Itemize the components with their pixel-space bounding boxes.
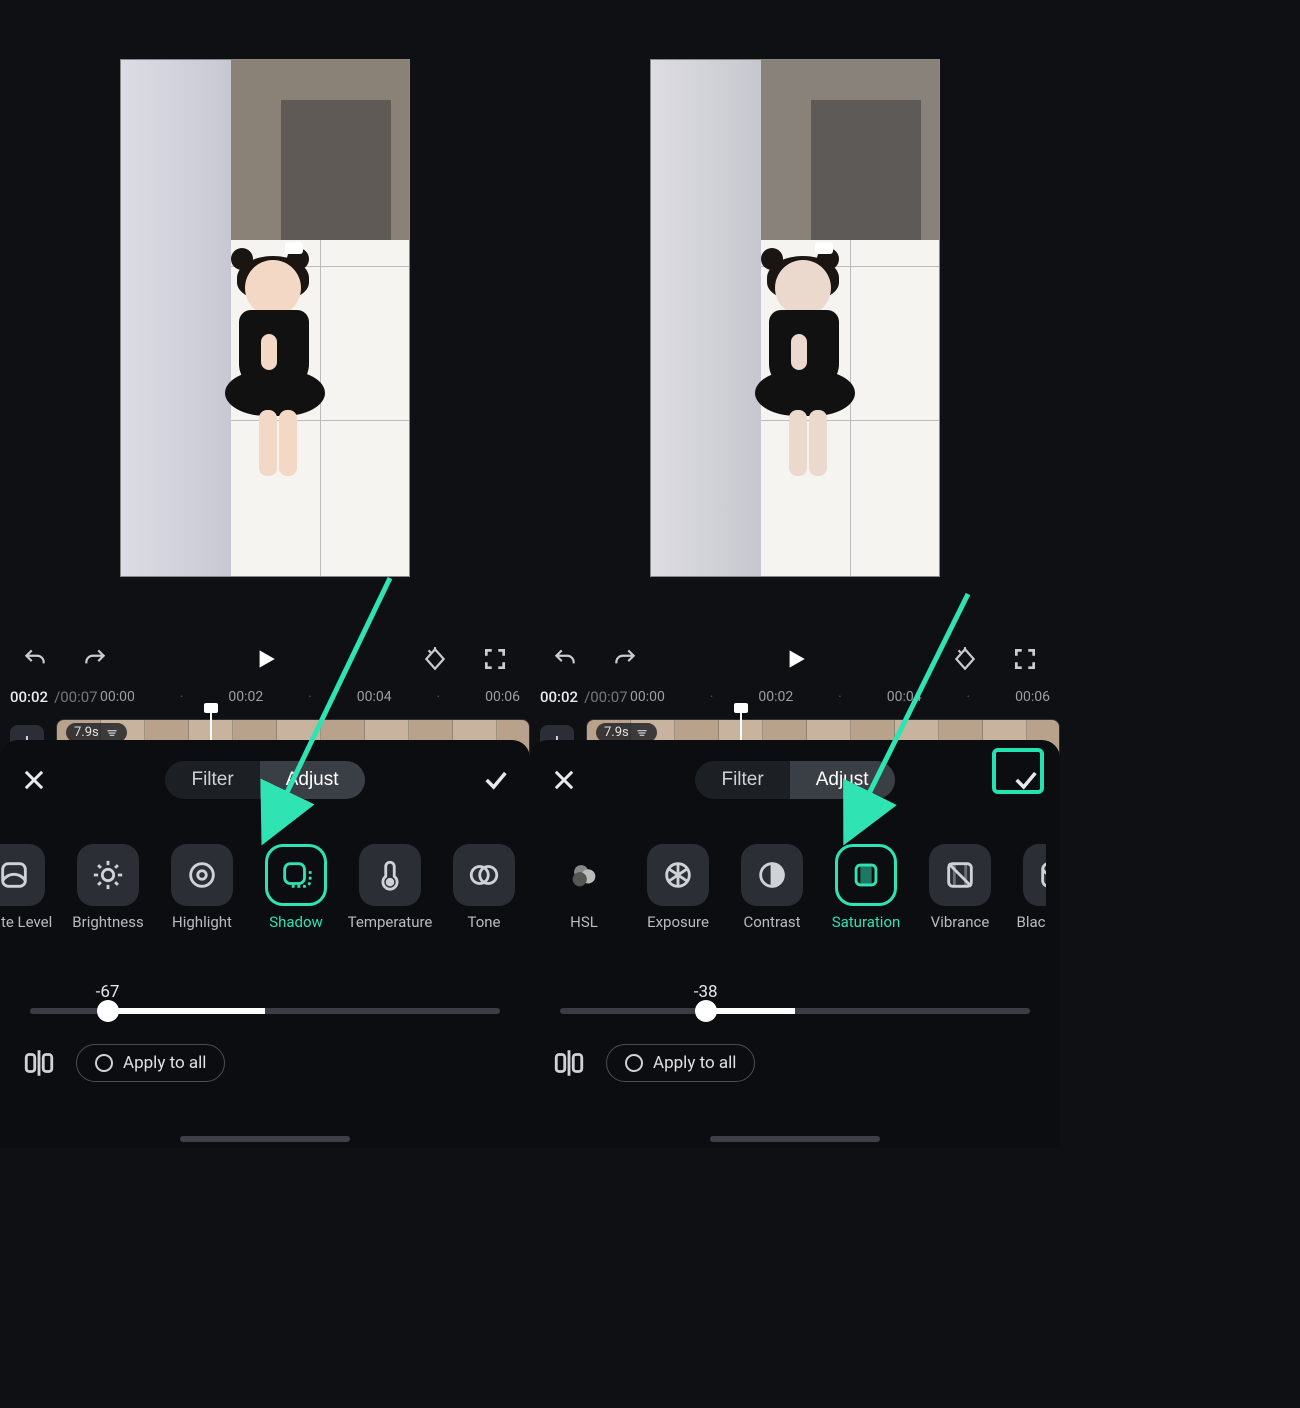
- timeline-ticks: 00:00· 00:02· 00:04· 00:06: [100, 683, 520, 711]
- tool-tone[interactable]: Tone: [444, 844, 516, 948]
- shadow-icon: [265, 844, 327, 906]
- tool-hsl[interactable]: HSL: [544, 844, 624, 948]
- tool-label: Exposure: [647, 914, 709, 948]
- compare-icon[interactable]: [22, 1046, 56, 1080]
- adjust-tools[interactable]: HSL Exposure Contrast Saturation Vibrance Bla…: [544, 844, 1046, 948]
- timeline-header: 00:02/00:07 00:00· 00:02· 00:04· 00:06: [530, 683, 1060, 711]
- tool-label: HSL: [570, 914, 598, 948]
- play-button[interactable]: [248, 642, 282, 676]
- tool-highlight[interactable]: Highlight: [162, 844, 242, 948]
- contrast-icon: [741, 844, 803, 906]
- tool-exposure[interactable]: Exposure: [638, 844, 718, 948]
- close-button[interactable]: [14, 760, 54, 800]
- tool-label: Temperature: [348, 914, 433, 948]
- timeline-ticks: 00:00· 00:02· 00:04· 00:06: [630, 683, 1050, 711]
- editor-pane-right: 00:02/00:07 00:00· 00:02· 00:04· 00:06 +…: [530, 0, 1060, 1148]
- brightness-icon: [77, 844, 139, 906]
- home-indicator: [710, 1136, 880, 1142]
- tool-label: White Level: [0, 914, 52, 948]
- apply-to-all-button[interactable]: Apply to all: [76, 1044, 225, 1082]
- adjust-tools[interactable]: White Level Brightness Highlight Shadow Temp…: [0, 844, 516, 948]
- keyframe-button[interactable]: [418, 642, 452, 676]
- slider-value: -67: [96, 982, 120, 1002]
- redo-button[interactable]: [78, 642, 112, 676]
- fullscreen-button[interactable]: [1008, 642, 1042, 676]
- redo-button[interactable]: [608, 642, 642, 676]
- blacklevel-icon: [1023, 844, 1046, 906]
- slider-track[interactable]: [560, 1008, 1030, 1014]
- slider-thumb[interactable]: [695, 1000, 717, 1022]
- tab-adjust[interactable]: Adjust: [790, 761, 895, 799]
- saturation-icon: [835, 844, 897, 906]
- tool-label: Contrast: [743, 914, 800, 948]
- tab-adjust[interactable]: Adjust: [260, 761, 365, 799]
- undo-button[interactable]: [18, 642, 52, 676]
- tool-saturation[interactable]: Saturation: [826, 844, 906, 948]
- video-preview[interactable]: [650, 59, 940, 577]
- slider-track[interactable]: [30, 1008, 500, 1014]
- tab-filter[interactable]: Filter: [695, 761, 789, 799]
- value-slider: -67: [14, 982, 516, 1014]
- confirm-button[interactable]: [476, 760, 516, 800]
- apply-to-all-label: Apply to all: [653, 1053, 736, 1073]
- tool-vibrance[interactable]: Vibrance: [920, 844, 1000, 948]
- adjust-panel: Filter Adjust HSL Exposure Contrast Saturat…: [530, 740, 1060, 1148]
- tool-label: Brightness: [72, 914, 143, 948]
- tool-black-level[interactable]: Black Level: [1014, 844, 1046, 948]
- editor-pane-left: 00:02/00:07 00:00· 00:02· 00:04· 00:06 +…: [0, 0, 530, 1148]
- preview-area: [0, 0, 530, 635]
- tool-temperature[interactable]: Temperature: [350, 844, 430, 948]
- undo-button[interactable]: [548, 642, 582, 676]
- play-button[interactable]: [778, 642, 812, 676]
- highlight-icon: [171, 844, 233, 906]
- tool-label: Vibrance: [931, 914, 990, 948]
- confirm-button[interactable]: [1006, 760, 1046, 800]
- tool-label: Tone: [467, 914, 500, 948]
- whitelevel-icon: [0, 844, 45, 906]
- apply-to-all-label: Apply to all: [123, 1053, 206, 1073]
- slider-value: -38: [694, 982, 718, 1002]
- apply-to-all-button[interactable]: Apply to all: [606, 1044, 755, 1082]
- tone-icon: [453, 844, 515, 906]
- radio-icon: [625, 1054, 643, 1072]
- compare-icon[interactable]: [552, 1046, 586, 1080]
- hsl-icon: [553, 844, 615, 906]
- value-slider: -38: [544, 982, 1046, 1014]
- video-preview[interactable]: [120, 59, 410, 577]
- timeline-header: 00:02/00:07 00:00· 00:02· 00:04· 00:06: [0, 683, 530, 711]
- transport-bar: [530, 635, 1060, 683]
- adjust-panel: Filter Adjust White Level Brightness Highl…: [0, 740, 530, 1148]
- transport-bar: [0, 635, 530, 683]
- preview-area: [530, 0, 1060, 635]
- exposure-icon: [647, 844, 709, 906]
- current-time: 00:02: [540, 688, 578, 706]
- tab-filter[interactable]: Filter: [165, 761, 259, 799]
- tool-label: Black Level: [1016, 914, 1046, 948]
- tool-shadow[interactable]: Shadow: [256, 844, 336, 948]
- tool-label: Highlight: [172, 914, 232, 948]
- slider-thumb[interactable]: [97, 1000, 119, 1022]
- vibrance-icon: [929, 844, 991, 906]
- tool-label: Shadow: [269, 914, 323, 948]
- total-duration: /00:07: [54, 688, 98, 706]
- current-time: 00:02: [10, 688, 48, 706]
- tool-brightness[interactable]: Brightness: [68, 844, 148, 948]
- temperature-icon: [359, 844, 421, 906]
- mode-segmented: Filter Adjust: [695, 761, 894, 799]
- tool-label: Saturation: [832, 914, 901, 948]
- total-duration: /00:07: [584, 688, 628, 706]
- radio-icon: [95, 1054, 113, 1072]
- close-button[interactable]: [544, 760, 584, 800]
- fullscreen-button[interactable]: [478, 642, 512, 676]
- tool-white-level[interactable]: White Level: [0, 844, 54, 948]
- tool-contrast[interactable]: Contrast: [732, 844, 812, 948]
- keyframe-button[interactable]: [948, 642, 982, 676]
- mode-segmented: Filter Adjust: [165, 761, 364, 799]
- home-indicator: [180, 1136, 350, 1142]
